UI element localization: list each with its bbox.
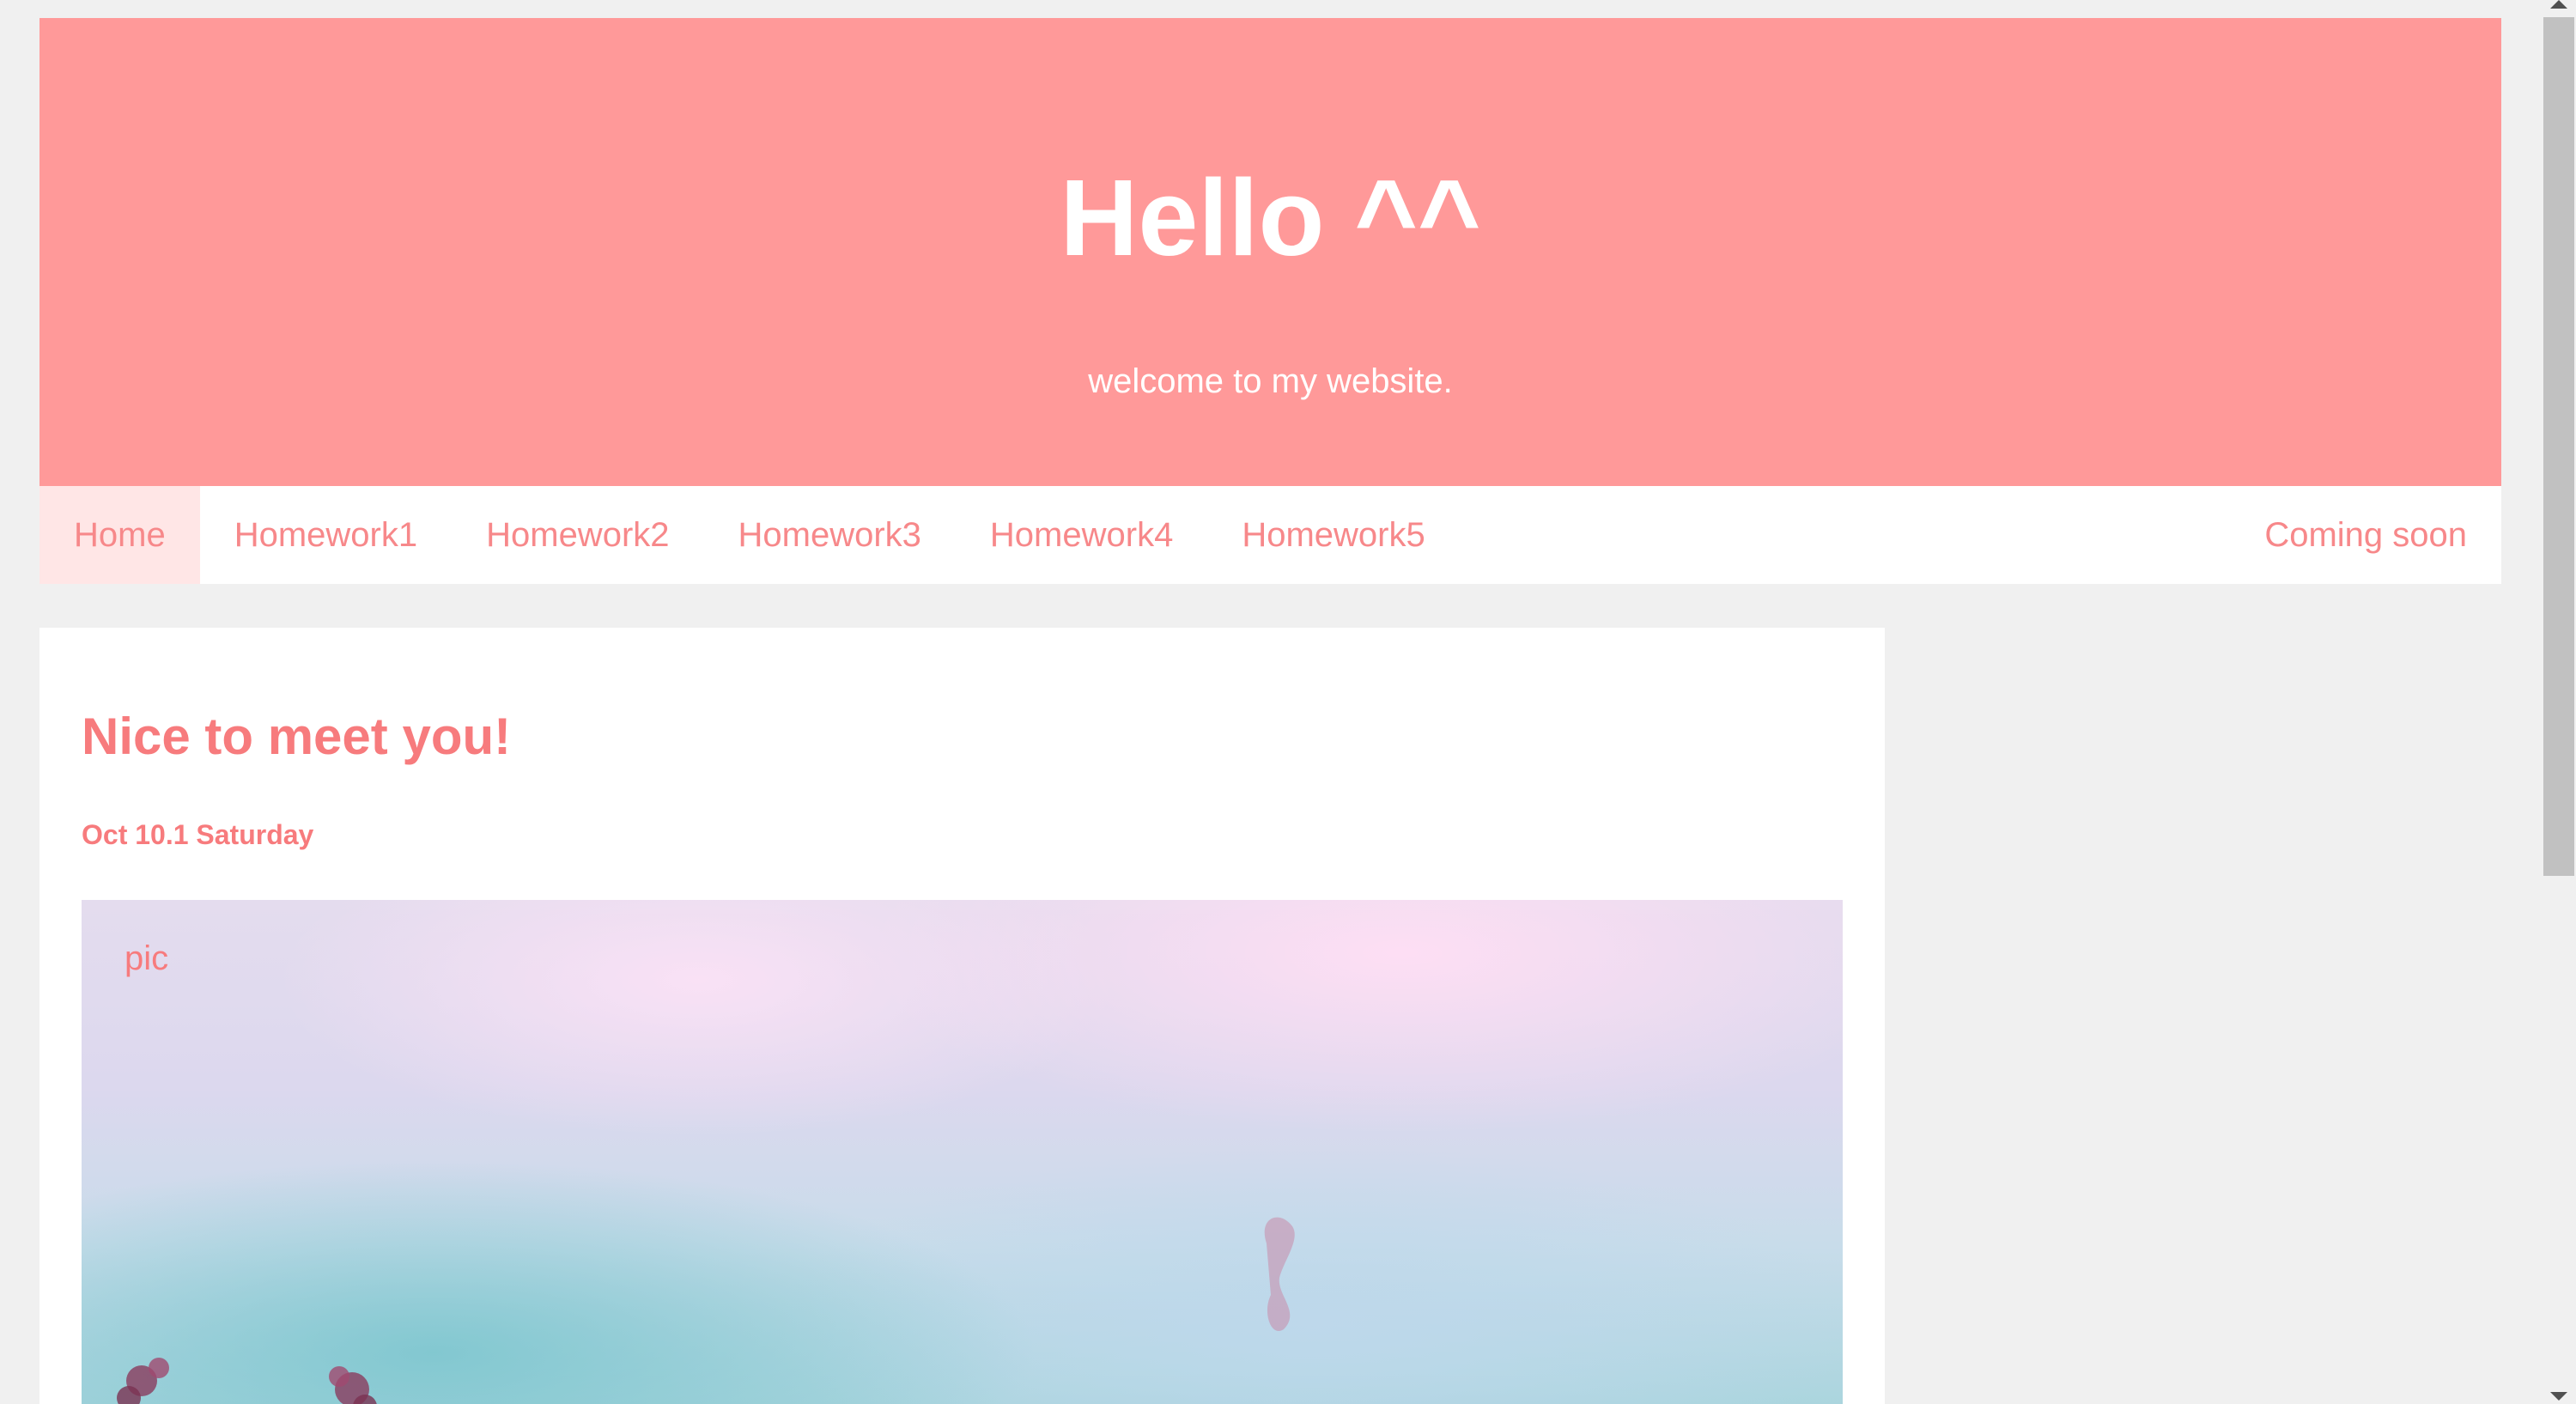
- nav-item-home[interactable]: Home: [39, 486, 200, 584]
- nav-item-homework2[interactable]: Homework2: [452, 486, 703, 584]
- nav-item-homework1[interactable]: Homework1: [200, 486, 452, 584]
- nav-item-homework3[interactable]: Homework3: [704, 486, 956, 584]
- scroll-down-icon[interactable]: [2550, 1392, 2567, 1401]
- photo-artwork: [117, 1217, 1295, 1404]
- site-title: Hello ^^: [1060, 157, 1481, 278]
- scrollbar-thumb[interactable]: [2543, 17, 2574, 876]
- site-subtitle: welcome to my website.: [1088, 362, 1453, 400]
- page: Hello ^^ welcome to my website. Home Hom…: [0, 0, 2576, 1404]
- nav-item-homework4[interactable]: Homework4: [956, 486, 1207, 584]
- scroll-up-icon[interactable]: [2550, 0, 2567, 9]
- vertical-scrollbar[interactable]: [2542, 0, 2576, 1404]
- post-card: Nice to meet you! Oct 10.1 Saturday pic: [39, 628, 1885, 1404]
- post-date: Oct 10.1 Saturday: [82, 819, 314, 850]
- post-image: pic: [82, 900, 1843, 1404]
- nav-item-coming-soon[interactable]: Coming soon: [2230, 486, 2501, 584]
- top-nav: Home Homework1 Homework2 Homework3 Homew…: [39, 486, 2501, 584]
- nav-spacer: [1460, 486, 2231, 584]
- nav-item-homework5[interactable]: Homework5: [1207, 486, 1459, 584]
- post-title: Nice to meet you!: [82, 708, 512, 765]
- site-header: Hello ^^ welcome to my website.: [39, 18, 2501, 486]
